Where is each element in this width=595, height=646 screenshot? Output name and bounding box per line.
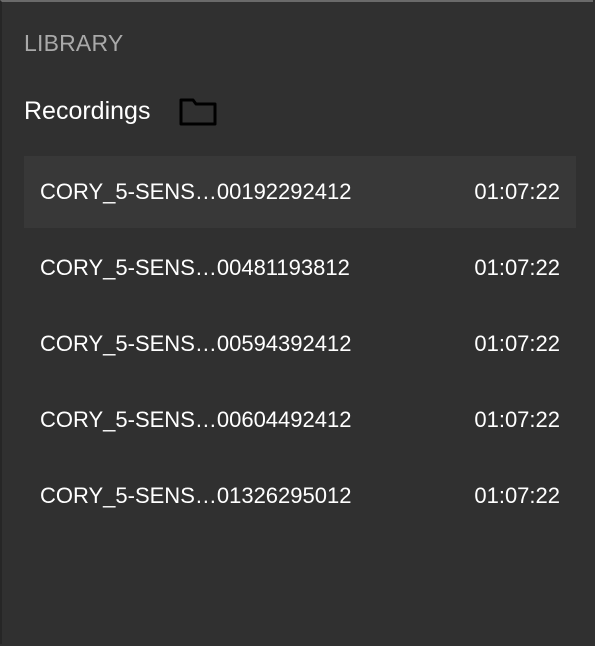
library-panel: LIBRARY Recordings CORY_5-SENS…001922924…	[0, 0, 593, 644]
recording-duration: 01:07:22	[474, 407, 560, 432]
recording-duration: 01:07:22	[474, 331, 560, 356]
recording-name: CORY_5-SENS…01326295012	[40, 483, 352, 508]
recording-name: CORY_5-SENS…00481193812	[40, 255, 350, 280]
recordings-title: Recordings	[24, 97, 151, 125]
recordings-list: CORY_5-SENS…00192292412 01:07:22 CORY_5-…	[24, 156, 576, 536]
recording-name: CORY_5-SENS…00192292412	[40, 179, 352, 204]
library-section-label: LIBRARY	[24, 30, 124, 56]
recording-row[interactable]: CORY_5-SENS…00594392412 01:07:22	[24, 308, 576, 380]
recording-duration: 01:07:22	[474, 255, 560, 280]
recording-name: CORY_5-SENS…00594392412	[40, 331, 352, 356]
recordings-header: Recordings	[24, 93, 218, 129]
recording-duration: 01:07:22	[474, 179, 560, 204]
recording-row[interactable]: CORY_5-SENS…01326295012 01:07:22	[24, 460, 576, 532]
recording-row[interactable]: CORY_5-SENS…00192292412 01:07:22	[24, 156, 576, 228]
folder-icon	[179, 98, 217, 126]
open-folder-button[interactable]	[178, 95, 218, 127]
recording-duration: 01:07:22	[474, 483, 560, 508]
recording-row[interactable]: CORY_5-SENS…00481193812 01:07:22	[24, 232, 576, 304]
recording-name: CORY_5-SENS…00604492412	[40, 407, 352, 432]
recording-row[interactable]: CORY_5-SENS…00604492412 01:07:22	[24, 384, 576, 456]
